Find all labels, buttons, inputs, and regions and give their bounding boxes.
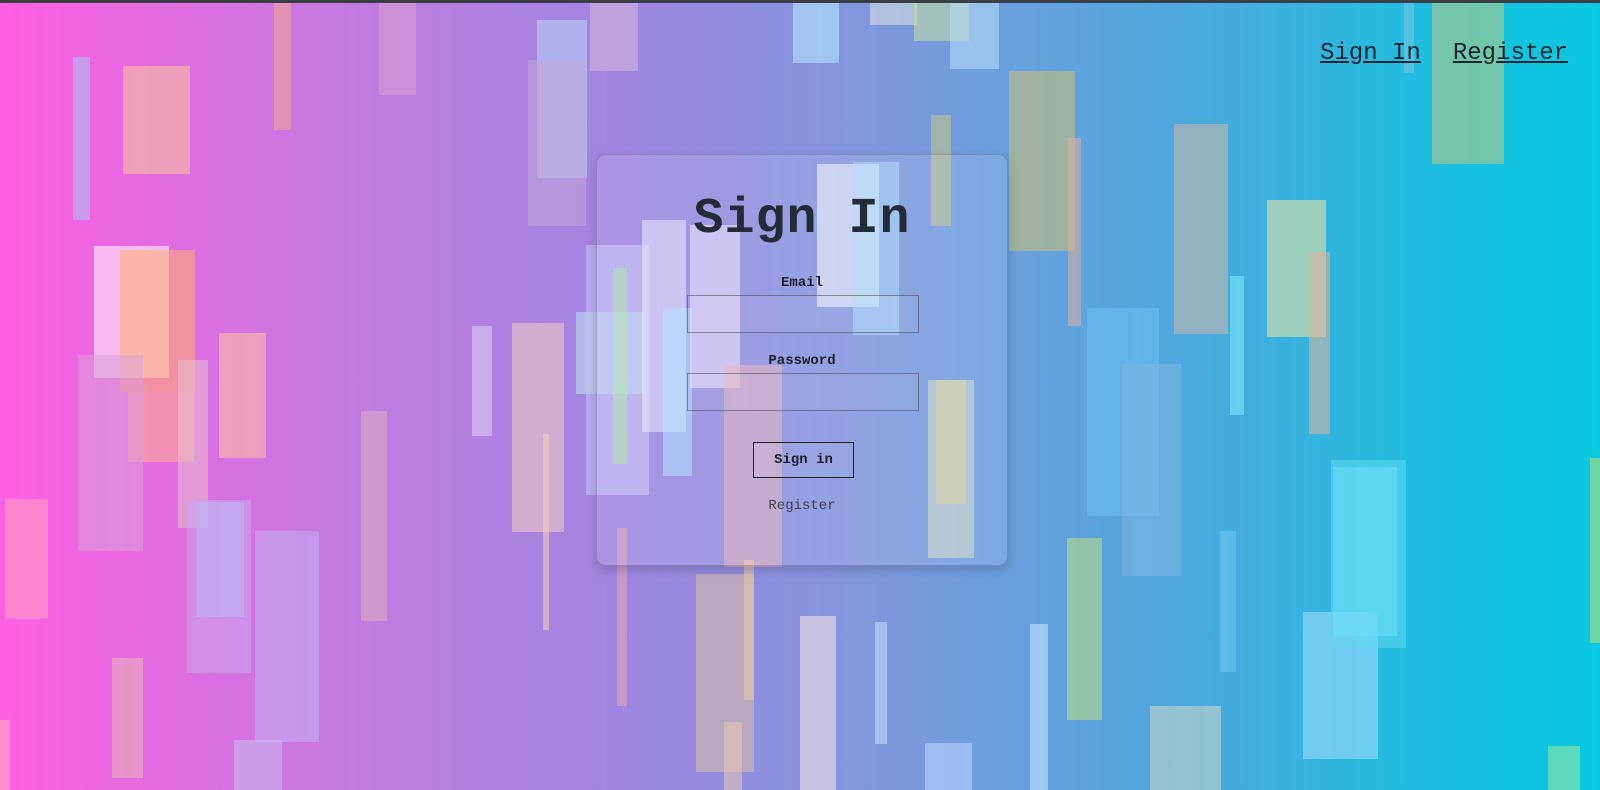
- window-top-border: [0, 0, 1600, 3]
- password-label: Password: [768, 353, 836, 369]
- page-title: Sign In: [693, 191, 911, 248]
- sign-in-button[interactable]: Sign in: [753, 442, 854, 478]
- nav-register-link[interactable]: Register: [1453, 40, 1568, 67]
- sign-in-card: Sign In Email Password Sign in Register: [596, 154, 1008, 566]
- email-field[interactable]: [687, 295, 919, 333]
- password-field[interactable]: [687, 373, 919, 411]
- top-nav: Sign In Register: [1320, 40, 1600, 80]
- nav-sign-in-link[interactable]: Sign In: [1320, 40, 1421, 67]
- register-link[interactable]: Register: [597, 498, 1007, 514]
- email-label: Email: [780, 275, 823, 291]
